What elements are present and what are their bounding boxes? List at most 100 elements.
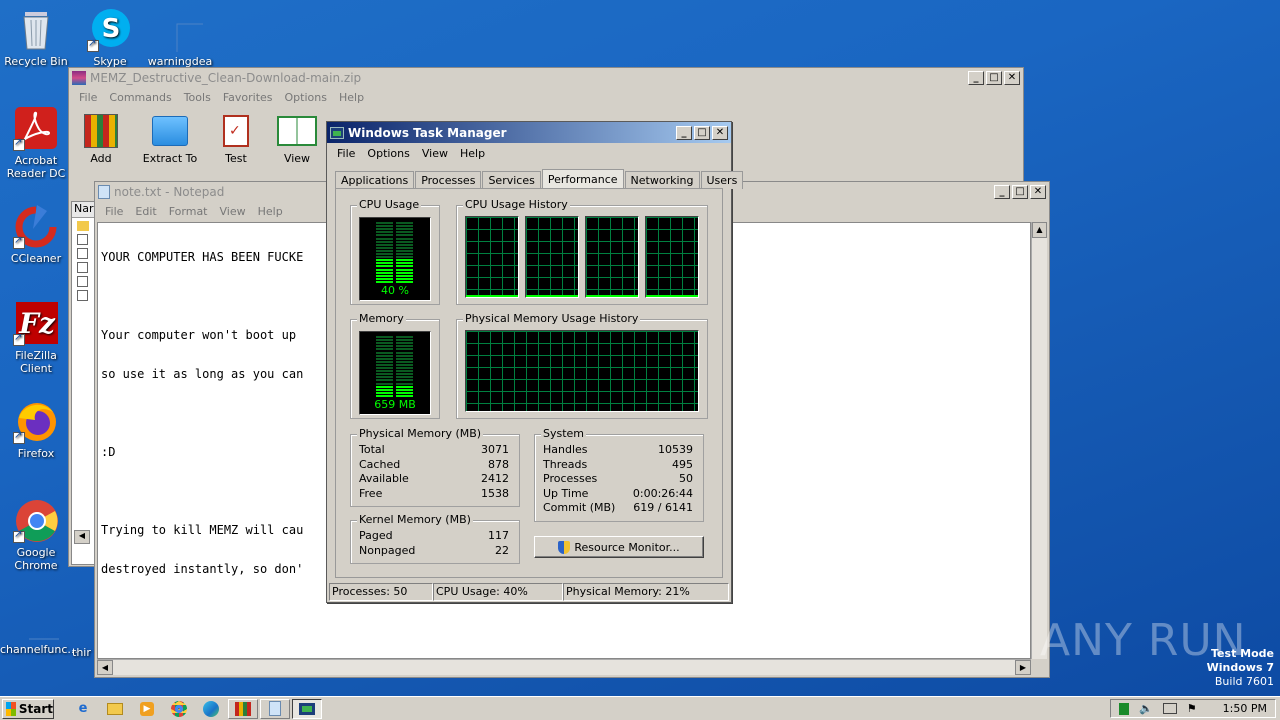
view-button[interactable]: View xyxy=(269,112,325,167)
tab-services[interactable]: Services xyxy=(482,171,541,189)
scroll-left-button[interactable]: ◀ xyxy=(74,530,90,544)
chrome-taskbar-icon[interactable] xyxy=(164,699,194,719)
close-button[interactable]: ✕ xyxy=(1004,71,1020,85)
winrar-file-list[interactable]: Nar ◀ xyxy=(71,201,95,565)
extract-to-button[interactable]: Extract To xyxy=(137,112,203,167)
memory-meter-segment xyxy=(376,351,393,354)
cpu-meter-segment xyxy=(396,280,413,283)
add-icon xyxy=(84,114,118,148)
speaker-icon[interactable]: 🔈 xyxy=(1139,702,1153,715)
test-button[interactable]: ✓ Test xyxy=(211,112,261,167)
tab-networking[interactable]: Networking xyxy=(624,171,700,189)
desktop-icon-thir[interactable]: thir xyxy=(72,646,96,659)
menu-file[interactable]: File xyxy=(73,91,103,104)
book-icon xyxy=(277,116,317,146)
memory-meter-segment xyxy=(376,382,393,385)
memory-meter-segment xyxy=(396,388,413,391)
network-monitor-icon[interactable] xyxy=(1119,702,1130,715)
resource-monitor-button[interactable]: Resource Monitor... xyxy=(534,536,704,558)
winrar-menubar: File Commands Tools Favorites Options He… xyxy=(69,88,1023,107)
file-icon xyxy=(77,234,88,245)
menu-help[interactable]: Help xyxy=(454,147,491,160)
task-manager-titlebar[interactable]: Windows Task Manager _ □ ✕ xyxy=(327,122,731,143)
menu-view[interactable]: View xyxy=(214,205,252,218)
maximize-button[interactable]: □ xyxy=(694,125,710,140)
desktop-icon-recycle-bin[interactable]: Recycle Bin xyxy=(0,6,72,68)
minimize-button[interactable]: _ xyxy=(994,185,1010,199)
desktop-icon-warningdea[interactable]: warningdea xyxy=(144,6,224,68)
menu-tools[interactable]: Tools xyxy=(178,91,217,104)
media-player-taskbar-icon[interactable]: ▶ xyxy=(132,699,162,719)
menu-options[interactable]: Options xyxy=(361,147,415,160)
cpu-meter-segment xyxy=(396,246,413,249)
add-button[interactable]: Add xyxy=(73,112,129,167)
notepad-taskbar-icon[interactable] xyxy=(260,698,290,719)
tab-processes[interactable]: Processes xyxy=(415,171,482,189)
explorer-taskbar-icon[interactable] xyxy=(100,699,130,719)
ie-taskbar-icon[interactable]: e xyxy=(68,699,98,719)
maximize-button[interactable]: □ xyxy=(1012,185,1028,199)
tab-performance[interactable]: Performance xyxy=(541,169,624,190)
desktop-icon-skype[interactable]: S Skype xyxy=(74,6,146,68)
file-icon xyxy=(77,276,88,287)
scroll-right-button[interactable]: ▶ xyxy=(1015,660,1031,675)
skype-icon: S xyxy=(87,6,133,52)
chrome-icon xyxy=(13,497,59,543)
tab-users[interactable]: Users xyxy=(700,171,744,189)
menu-file[interactable]: File xyxy=(99,205,129,218)
flag-icon[interactable]: ⚑ xyxy=(1187,702,1197,715)
minimize-button[interactable]: _ xyxy=(968,71,984,85)
desktop-icon-channelfunc[interactable]: channelfunc... xyxy=(0,600,78,656)
stat-available: Available 2412 xyxy=(359,472,509,485)
memory-meter-segment xyxy=(376,360,393,363)
task-manager-taskbar-icon[interactable] xyxy=(292,698,322,719)
menu-options[interactable]: Options xyxy=(279,91,333,104)
winrar-taskbar-icon[interactable] xyxy=(228,698,258,719)
network-icon[interactable] xyxy=(1162,703,1177,714)
memory-meter-segment xyxy=(396,336,413,338)
clock[interactable]: 1:50 PM xyxy=(1223,702,1267,715)
cpu-meter-segment xyxy=(396,231,413,234)
memory-meter-segment xyxy=(396,391,413,394)
cpu-meter-segment xyxy=(376,249,393,252)
minimize-button[interactable]: _ xyxy=(676,125,692,140)
desktop-icon-firefox[interactable]: Firefox xyxy=(0,398,72,460)
window-title: MEMZ_Destructive_Clean-Download-main.zip xyxy=(90,71,362,85)
edge-taskbar-icon[interactable] xyxy=(196,699,226,719)
desktop-icon-acrobat[interactable]: Acrobat Reader DC xyxy=(0,105,72,180)
maximize-button[interactable]: □ xyxy=(986,71,1002,85)
folder-up-icon xyxy=(77,221,89,231)
tab-strip: Applications Processes Services Performa… xyxy=(335,167,744,190)
scroll-left-button[interactable]: ◀ xyxy=(97,660,113,675)
horizontal-scrollbar[interactable]: ◀ ▶ xyxy=(97,659,1031,675)
menu-view[interactable]: View xyxy=(416,147,454,160)
task-manager-window[interactable]: Windows Task Manager _ □ ✕ File Options … xyxy=(326,121,744,603)
menu-format[interactable]: Format xyxy=(163,205,214,218)
menu-commands[interactable]: Commands xyxy=(103,91,177,104)
desktop-icon-ccleaner[interactable]: CCleaner xyxy=(0,203,72,265)
close-button[interactable]: ✕ xyxy=(1030,185,1046,199)
blank-file-icon xyxy=(157,6,224,55)
menu-file[interactable]: File xyxy=(331,147,361,160)
cpu-meter-segment xyxy=(376,231,393,234)
tab-applications[interactable]: Applications xyxy=(335,171,415,189)
menu-favorites[interactable]: Favorites xyxy=(217,91,279,104)
cpu-history-label: CPU Usage History xyxy=(463,198,570,211)
close-button[interactable]: ✕ xyxy=(712,125,728,140)
menu-help[interactable]: Help xyxy=(333,91,370,104)
start-button[interactable]: Start xyxy=(2,698,54,719)
menu-edit[interactable]: Edit xyxy=(129,205,162,218)
physical-memory-history-graph xyxy=(465,330,699,412)
menu-help[interactable]: Help xyxy=(252,205,289,218)
desktop-icon-filezilla[interactable]: Fz FileZilla Client xyxy=(0,300,72,375)
column-header[interactable]: Nar xyxy=(72,202,94,218)
stat-free: Free 1538 xyxy=(359,486,509,500)
acrobat-icon xyxy=(13,105,59,151)
winrar-titlebar[interactable]: MEMZ_Destructive_Clean-Download-main.zip… xyxy=(69,68,1023,88)
vertical-scrollbar[interactable]: ▲ xyxy=(1031,222,1047,659)
desktop-icon-chrome[interactable]: Google Chrome xyxy=(0,497,72,572)
memory-meter-segment xyxy=(376,373,393,376)
memory-meter-segment xyxy=(396,376,413,379)
scroll-up-button[interactable]: ▲ xyxy=(1032,222,1047,238)
cpu-meter-segment xyxy=(396,234,413,237)
